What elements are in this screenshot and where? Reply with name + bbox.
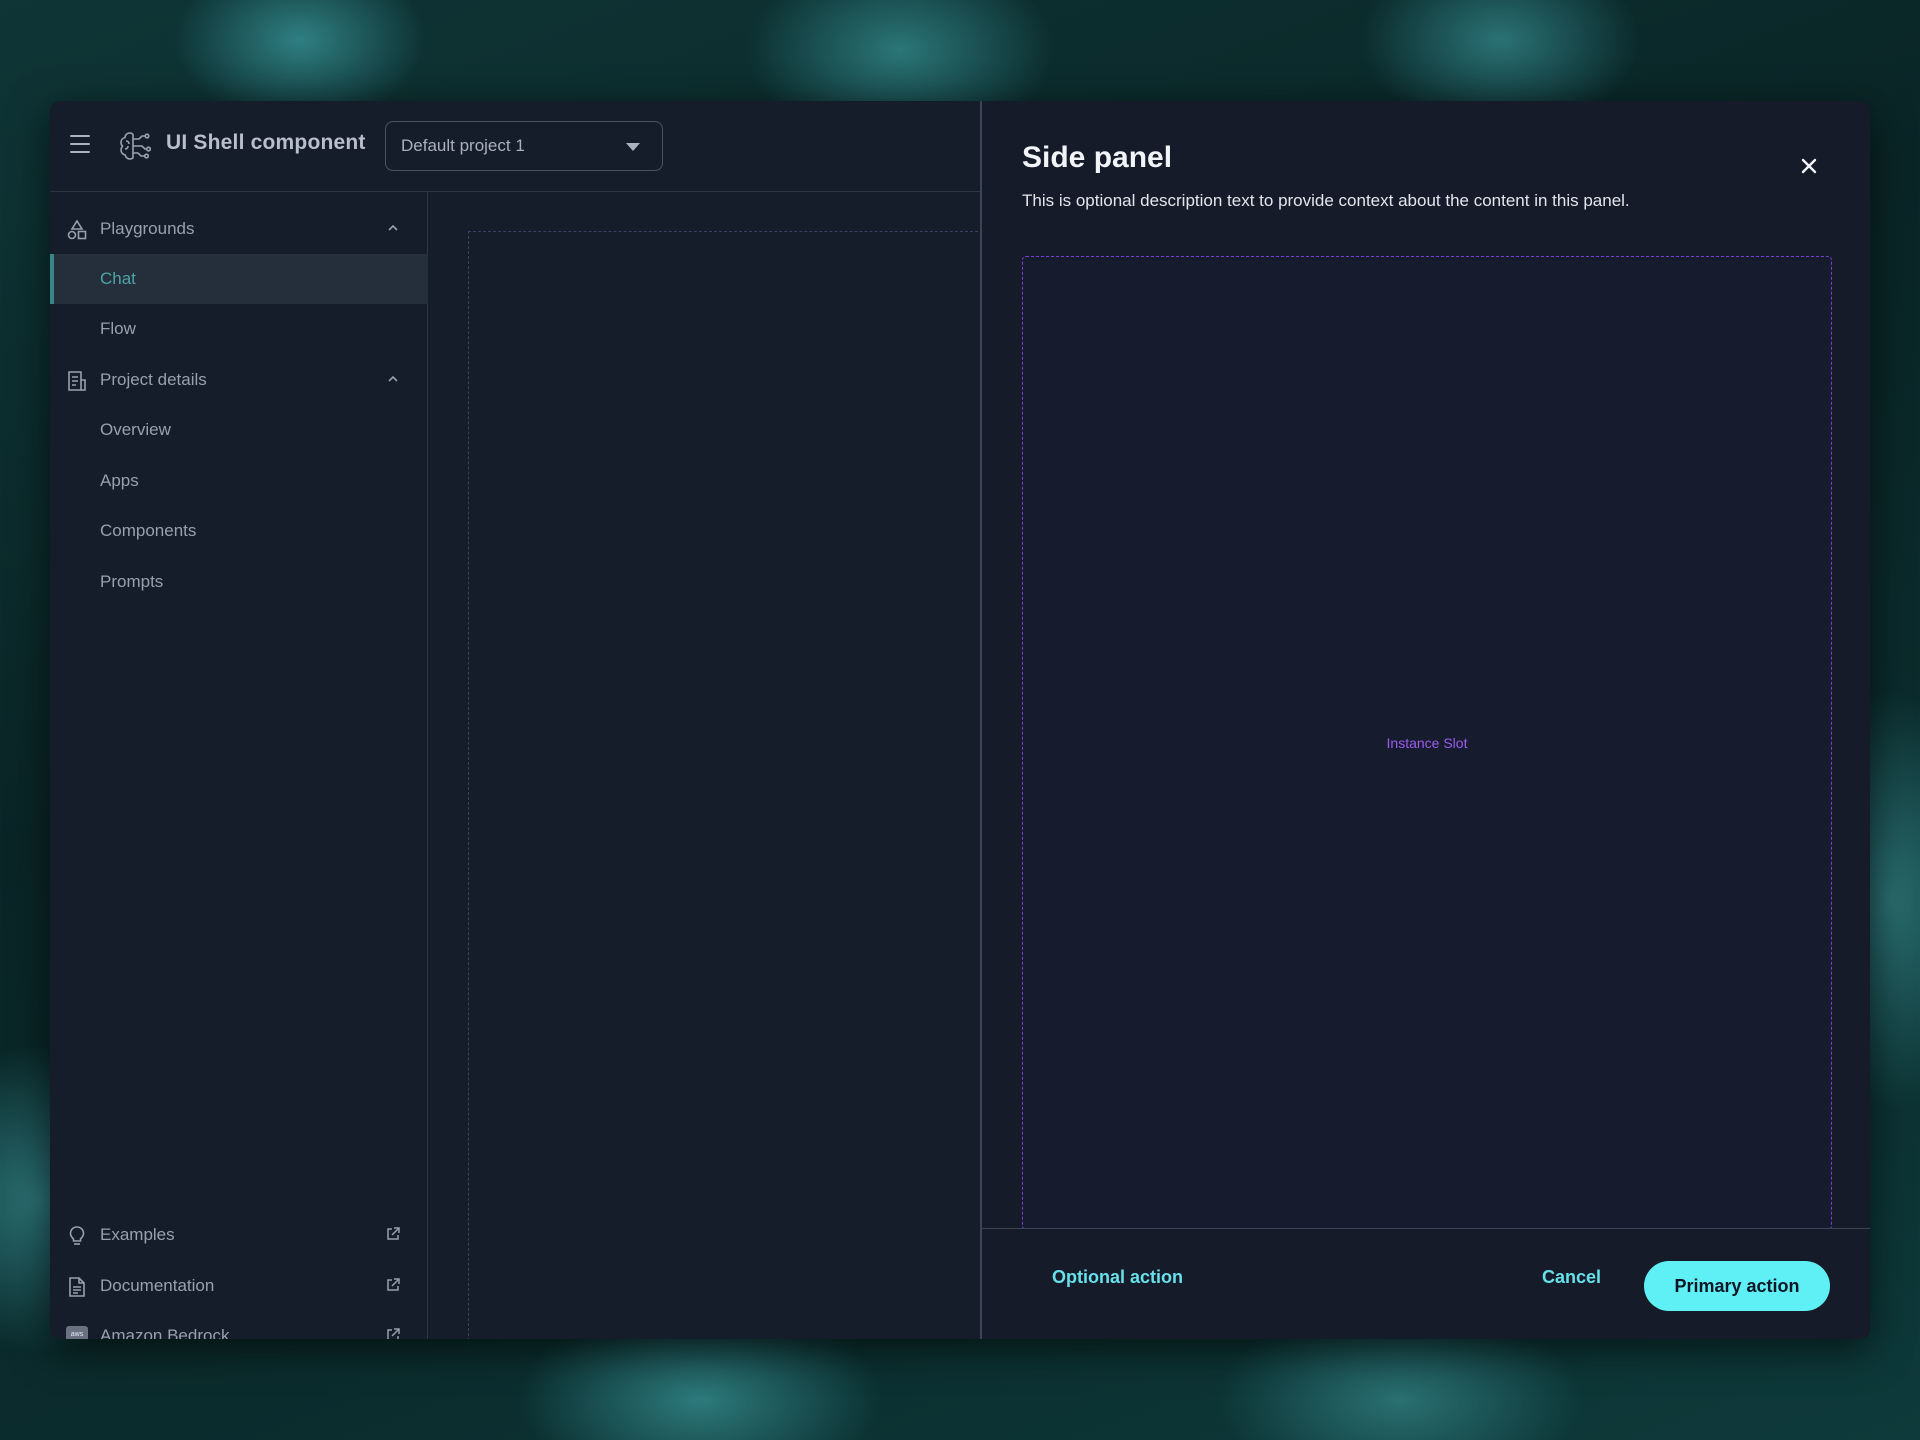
document-list-icon xyxy=(68,371,86,391)
side-panel: Side panel This is optional description … xyxy=(980,101,1870,1339)
external-link-icon xyxy=(387,1328,400,1339)
aws-icon-text: aws xyxy=(71,1331,84,1338)
app-window: UI Shell component Default project 1 Pla… xyxy=(50,101,1870,1339)
nav-item-label: Apps xyxy=(100,471,139,490)
nav-item-label: Overview xyxy=(100,420,171,439)
footer-link-documentation[interactable]: Documentation xyxy=(50,1261,428,1311)
nav-item-apps[interactable]: Apps xyxy=(50,456,428,506)
panel-title: Side panel xyxy=(1022,141,1173,174)
nav-item-label: Flow xyxy=(100,319,136,338)
main-content-slot xyxy=(468,231,988,1339)
primary-action-button[interactable]: Primary action xyxy=(1644,1261,1830,1311)
top-header: UI Shell component Default project 1 xyxy=(50,101,980,192)
chevron-up-icon xyxy=(388,224,398,231)
footer-link-examples[interactable]: Examples xyxy=(50,1210,428,1260)
sidebar-nav: Playgrounds Chat Flow Project details Ov… xyxy=(50,192,428,1339)
footer-link-amazon-bedrock[interactable]: aws Amazon Bedrock xyxy=(50,1311,428,1339)
footer-link-label: Amazon Bedrock xyxy=(100,1326,230,1339)
project-select[interactable]: Default project 1 xyxy=(385,121,663,171)
footer-link-label: Documentation xyxy=(100,1276,215,1295)
footer-link-label: Examples xyxy=(100,1225,175,1244)
aws-icon: aws xyxy=(66,1326,88,1339)
lightbulb-icon xyxy=(69,1226,85,1245)
close-icon[interactable] xyxy=(1798,155,1820,177)
shapes-icon xyxy=(67,219,87,240)
nav-item-label: Components xyxy=(100,521,197,540)
app-title: UI Shell component xyxy=(166,131,366,154)
cancel-button[interactable]: Cancel xyxy=(1542,1267,1601,1288)
nav-item-prompts[interactable]: Prompts xyxy=(50,557,428,607)
nav-item-overview[interactable]: Overview xyxy=(50,405,428,455)
caret-down-icon xyxy=(626,143,640,151)
nav-section-label: Project details xyxy=(100,370,207,389)
hamburger-menu-icon[interactable] xyxy=(70,135,90,153)
chevron-up-icon xyxy=(388,375,398,382)
nav-section-project-details[interactable]: Project details xyxy=(50,355,428,405)
nav-section-playgrounds[interactable]: Playgrounds xyxy=(50,204,428,254)
external-link-icon xyxy=(387,1278,400,1291)
nav-item-label: Prompts xyxy=(100,572,164,591)
nav-item-components[interactable]: Components xyxy=(50,506,428,556)
nav-item-chat[interactable]: Chat xyxy=(50,254,428,304)
project-select-value: Default project 1 xyxy=(401,136,525,155)
instance-slot-label: Instance Slot xyxy=(1386,735,1468,751)
nav-section-label: Playgrounds xyxy=(100,219,195,238)
panel-description: This is optional description text to pro… xyxy=(1022,191,1630,210)
brain-circuit-icon xyxy=(120,132,152,160)
nav-item-flow[interactable]: Flow xyxy=(50,304,428,354)
external-link-icon xyxy=(387,1227,400,1240)
instance-slot: Instance Slot xyxy=(1022,256,1832,1230)
panel-footer: Optional action Cancel Primary action xyxy=(982,1228,1870,1339)
document-icon xyxy=(69,1277,85,1297)
optional-action-button[interactable]: Optional action xyxy=(1052,1267,1183,1288)
nav-item-label: Chat xyxy=(100,269,136,288)
